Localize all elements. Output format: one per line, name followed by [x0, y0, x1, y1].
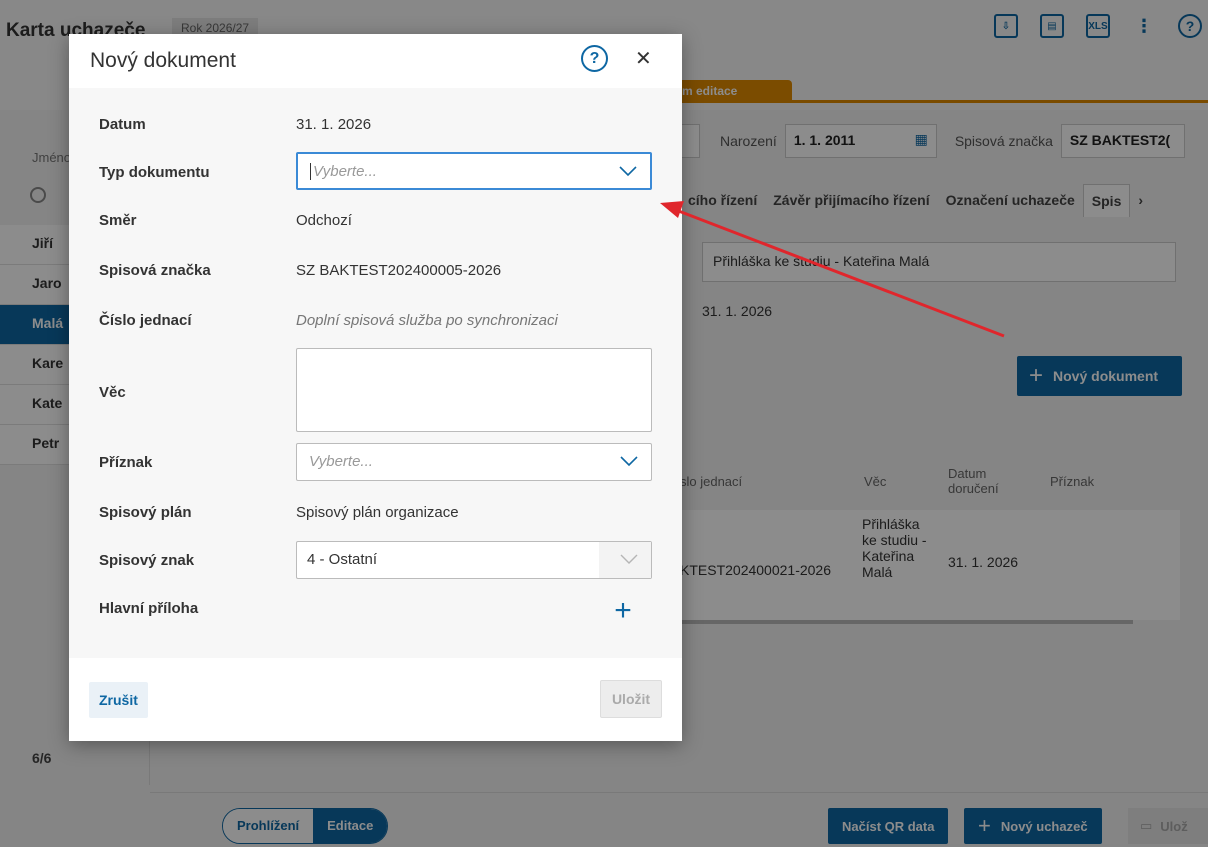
annotation-arrow — [660, 201, 1005, 338]
